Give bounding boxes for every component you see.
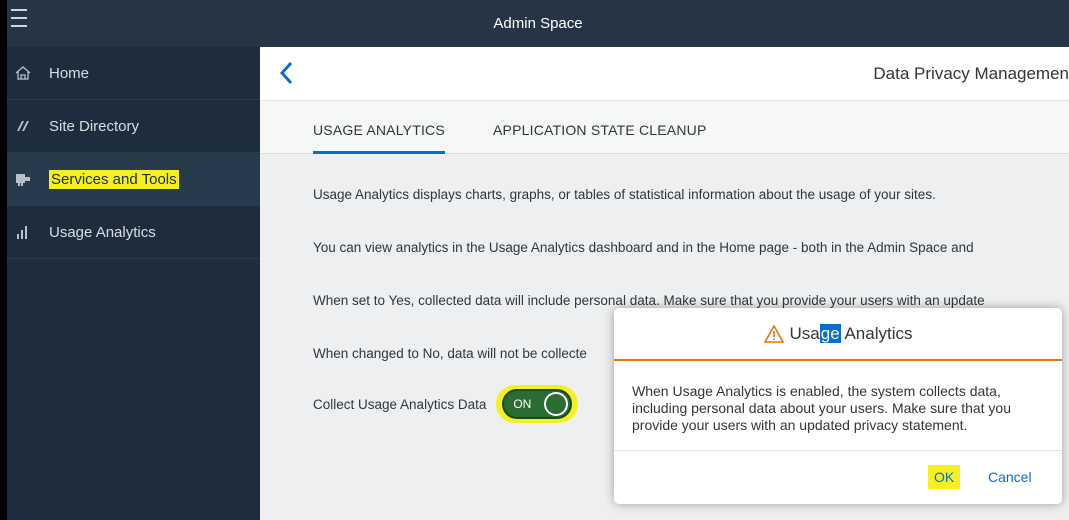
tab-usage-analytics[interactable]: USAGE ANALYTICS — [313, 101, 445, 154]
description-paragraph: When set to Yes, collected data will inc… — [313, 293, 985, 308]
sidebar-item-label: Site Directory — [49, 117, 140, 135]
dialog-footer: OK Cancel — [614, 450, 1062, 502]
ok-button[interactable]: OK — [928, 465, 961, 489]
dialog-title: Usage Analytics — [789, 323, 913, 343]
description-paragraph: Usage Analytics displays charts, graphs,… — [313, 187, 936, 202]
switch-highlight: ON — [496, 385, 579, 423]
warning-icon — [763, 324, 784, 343]
dialog-header: Usage Analytics — [614, 308, 1062, 361]
sidebar-item-label: Home — [49, 64, 90, 82]
sidebar-item-usage-analytics[interactable]: Usage Analytics — [7, 206, 260, 259]
shell-bar: Admin Space — [7, 0, 1069, 47]
sidebar-item-services-and-tools[interactable]: Services and Tools — [7, 153, 260, 206]
home-icon — [13, 63, 33, 83]
description-paragraph: You can view analytics in the Usage Anal… — [313, 240, 974, 255]
confirmation-dialog: Usage Analytics When Usage Analytics is … — [614, 308, 1062, 504]
sidebar-item-label: Services and Tools — [49, 169, 179, 189]
cancel-button[interactable]: Cancel — [988, 465, 1032, 489]
dialog-message: When Usage Analytics is enabled, the sys… — [632, 383, 1012, 433]
page-title: Data Privacy Managemen — [873, 64, 1069, 83]
description-paragraph: When changed to No, data will not be col… — [313, 346, 587, 361]
bar-chart-icon — [13, 222, 33, 242]
collect-analytics-row: Collect Usage Analytics Data ON — [313, 385, 579, 423]
switch-state-text: ON — [513, 397, 532, 411]
collect-analytics-label: Collect Usage Analytics Data — [313, 396, 487, 412]
sidebar-item-home[interactable]: Home — [7, 47, 260, 100]
sidebar: Home Site Directory Services and Tools U… — [7, 47, 260, 520]
switch-knob — [544, 392, 569, 416]
back-button[interactable] — [274, 59, 298, 87]
tab-application-state-cleanup[interactable]: APPLICATION STATE CLEANUP — [493, 101, 707, 154]
sidebar-item-site-directory[interactable]: Site Directory — [7, 100, 260, 153]
sidebar-item-label: Usage Analytics — [49, 223, 156, 241]
page-header: Data Privacy Managemen — [260, 47, 1069, 101]
chevron-left-icon — [279, 61, 293, 85]
app-title: Admin Space — [493, 15, 583, 32]
services-tools-icon — [13, 169, 33, 189]
site-directory-icon — [13, 116, 33, 136]
tab-bar: USAGE ANALYTICS APPLICATION STATE CLEANU… — [260, 101, 1069, 154]
collect-analytics-switch[interactable]: ON — [502, 389, 573, 419]
dialog-title-selection: ge — [819, 323, 841, 343]
